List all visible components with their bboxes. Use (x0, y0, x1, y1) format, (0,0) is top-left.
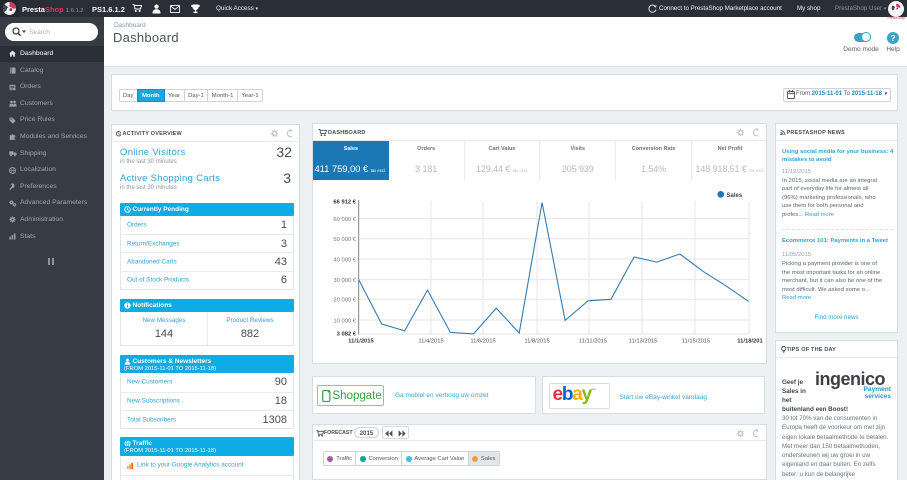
svg-text:50 000 €: 50 000 € (333, 237, 356, 243)
svg-text:60 000 €: 60 000 € (333, 216, 356, 222)
svg-text:11/4/2015: 11/4/2015 (418, 338, 443, 344)
svg-text:20 000 €: 20 000 € (333, 297, 356, 303)
svg-text:11/8/2015: 11/8/2015 (524, 338, 549, 344)
svg-text:11/1/2015: 11/1/2015 (348, 338, 374, 344)
svg-text:3 082 €: 3 082 € (337, 331, 357, 337)
svg-text:PrestaShop: PrestaShop (887, 16, 905, 20)
svg-text:66 912 €: 66 912 € (333, 199, 356, 205)
svg-text:40 000 €: 40 000 € (333, 257, 356, 263)
svg-text:10 000 €: 10 000 € (333, 318, 356, 324)
svg-text:11/18/201: 11/18/201 (737, 338, 763, 344)
svg-text:30 000 €: 30 000 € (333, 277, 356, 283)
svg-text:11/15/2015: 11/15/2015 (682, 338, 711, 344)
svg-text:Sales: Sales (727, 192, 743, 198)
svg-text:11/6/2015: 11/6/2015 (470, 338, 495, 344)
svg-text:11/11/2015: 11/11/2015 (579, 338, 607, 344)
svg-text:11/13/2015: 11/13/2015 (629, 338, 658, 344)
